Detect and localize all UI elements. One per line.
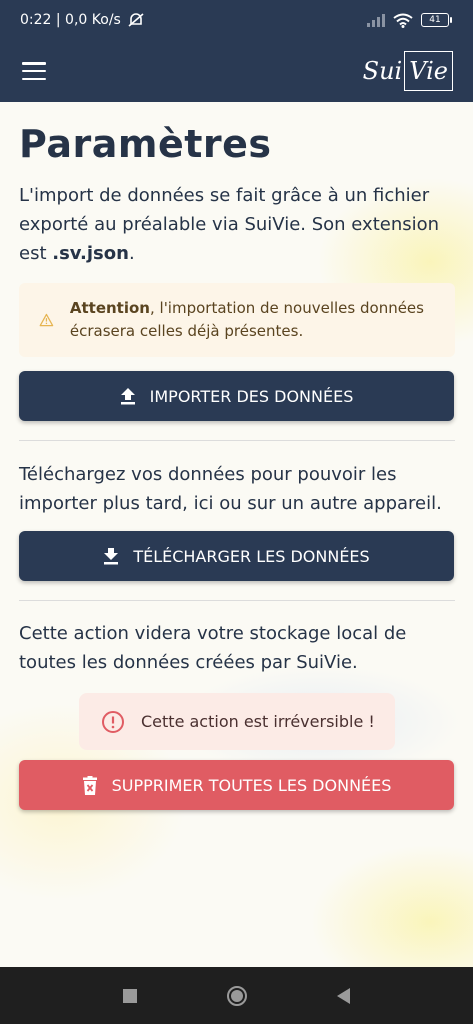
trash-icon	[82, 775, 97, 795]
import-button-label: IMPORTER DES DONNÉES	[149, 386, 354, 406]
logo-text-vie: Vie	[404, 51, 453, 91]
recent-apps-button[interactable]	[123, 988, 137, 1003]
app-logo: Sui Vie	[363, 51, 453, 91]
import-data-button[interactable]: IMPORTER DES DONNÉES	[19, 371, 454, 421]
signal-icon	[367, 13, 385, 27]
import-description: L'import de données se fait grâce à un f…	[19, 185, 440, 264]
upload-icon	[120, 388, 135, 405]
dnd-icon	[128, 13, 144, 27]
delete-button-label: SUPPRIMER TOUTES LES DONNÉES	[111, 775, 392, 795]
back-button[interactable]	[337, 987, 350, 1004]
irreversible-alert-box: Cette action est irréversible !	[79, 693, 395, 750]
delete-all-data-button[interactable]: SUPPRIMER TOUTES LES DONNÉES	[19, 760, 454, 810]
status-bar: 0:22 | 0,0 Ko/s 41	[0, 0, 473, 40]
logo-text-sui: Sui	[362, 57, 403, 85]
warning-text: Attention, l'importation de nouvelles do…	[69, 299, 424, 340]
download-icon	[104, 548, 119, 565]
page-title: Paramètres	[19, 122, 272, 166]
app-bar: Sui Vie	[0, 40, 473, 102]
home-button[interactable]	[227, 985, 247, 1006]
status-time: 0:22 | 0,0 Ko/s	[20, 12, 121, 28]
download-button-label: TÉLÉCHARGER LES DONNÉES	[133, 546, 370, 566]
warning-triangle-icon	[39, 313, 54, 327]
download-description: Téléchargez vos données pour pouvoir les…	[19, 464, 442, 514]
download-data-button[interactable]: TÉLÉCHARGER LES DONNÉES	[19, 531, 454, 581]
wifi-icon	[393, 13, 413, 28]
file-extension: .sv.json	[52, 243, 129, 264]
alert-circle-icon	[102, 710, 124, 733]
settings-content: Paramètres L'import de données se fait g…	[19, 102, 455, 810]
hamburger-menu-icon[interactable]	[22, 62, 46, 80]
delete-description: Cette action videra votre stockage local…	[19, 623, 407, 673]
battery-icon: 41	[421, 13, 452, 27]
battery-level: 41	[429, 15, 441, 25]
system-nav-bar	[0, 967, 473, 1024]
divider	[19, 440, 455, 441]
irreversible-text: Cette action est irréversible !	[141, 712, 375, 731]
import-warning-box: Attention, l'importation de nouvelles do…	[19, 283, 455, 357]
divider	[19, 600, 455, 601]
top-bar: 0:22 | 0,0 Ko/s 41 Sui Vie	[0, 0, 473, 102]
